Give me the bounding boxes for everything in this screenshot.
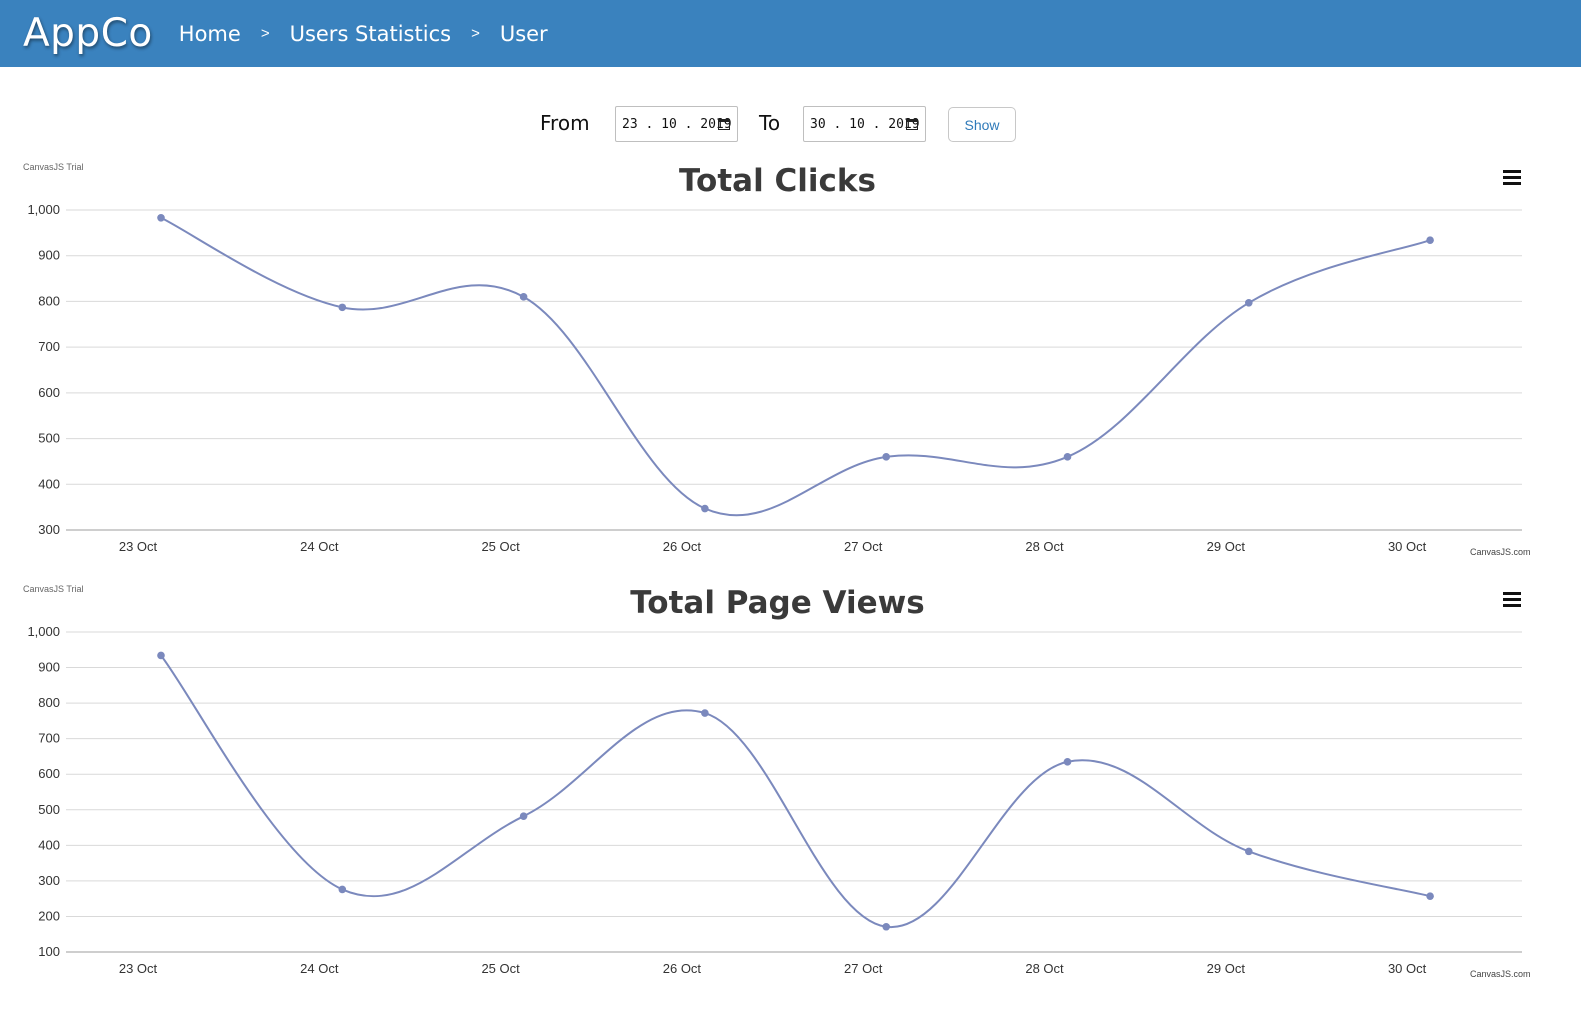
data-point[interactable] — [519, 293, 528, 301]
top-navbar: AppCo Home > Users Statistics > User — [0, 0, 1581, 67]
y-tick-label: 300 — [38, 873, 60, 888]
show-button[interactable]: Show — [948, 107, 1016, 142]
y-tick-label: 200 — [38, 908, 60, 923]
y-tick-label: 900 — [38, 248, 60, 263]
total-page-views-chart: CanvasJS Trial Total Page Views 1,000 900… — [0, 582, 1581, 992]
calendar-icon[interactable] — [718, 118, 730, 130]
data-point[interactable] — [1063, 453, 1072, 461]
data-point[interactable] — [1245, 299, 1253, 307]
x-tick-label: 26 Oct — [663, 539, 702, 554]
breadcrumb-home[interactable]: Home — [179, 22, 241, 46]
data-point[interactable] — [157, 213, 165, 222]
total-page-views-plot: 1,000 900 800 700 600 500 400 300 200 100 23 Oct 24… — [27, 624, 1522, 976]
data-point[interactable] — [882, 922, 890, 931]
from-date-value: 23 . 10 . 2019 — [622, 116, 732, 132]
data-point[interactable] — [519, 812, 528, 820]
brand-logo[interactable]: AppCo — [23, 14, 153, 53]
from-date-input[interactable]: 23 . 10 . 2019 — [615, 106, 738, 142]
data-point[interactable] — [701, 709, 709, 717]
x-tick-label: 28 Oct — [1025, 539, 1064, 554]
y-tick-label: 500 — [38, 431, 60, 446]
data-point[interactable] — [882, 453, 890, 461]
y-tick-label: 600 — [38, 766, 60, 781]
y-tick-label: 800 — [38, 293, 60, 308]
series-line — [160, 654, 1431, 928]
x-tick-label: 30 Oct — [1388, 539, 1427, 554]
y-tick-label: 100 — [38, 944, 60, 959]
chart-credit[interactable]: CanvasJS.com — [1470, 547, 1531, 557]
y-tick-label: 600 — [38, 385, 60, 400]
to-label: To — [759, 111, 781, 135]
x-tick-label: 30 Oct — [1388, 961, 1427, 976]
total-clicks-chart: CanvasJS Trial Total Clicks 1,000 900 800 7… — [0, 160, 1581, 570]
x-tick-label: 26 Oct — [663, 961, 702, 976]
x-tick-label: 28 Oct — [1025, 961, 1064, 976]
y-tick-label: 1,000 — [27, 624, 60, 639]
breadcrumb: Home > Users Statistics > User — [179, 22, 548, 46]
breadcrumb-user[interactable]: User — [500, 22, 548, 46]
to-date-value: 30 . 10 . 2019 — [810, 116, 920, 132]
x-tick-label: 27 Oct — [844, 539, 883, 554]
data-point[interactable] — [1426, 892, 1434, 900]
x-tick-label: 23 Oct — [119, 539, 158, 554]
date-filter: From 23 . 10 . 2019 To 30 . 10 . 2019 Sh… — [0, 106, 1581, 144]
y-tick-label: 500 — [38, 802, 60, 817]
data-point[interactable] — [1245, 847, 1253, 856]
total-clicks-plot: 1,000 900 800 700 600 500 400 300 23 Oct 24 Oct 25… — [27, 202, 1522, 554]
breadcrumb-separator: > — [260, 25, 270, 42]
to-date-input[interactable]: 30 . 10 . 2019 — [803, 106, 926, 142]
x-tick-label: 24 Oct — [300, 961, 339, 976]
x-tick-label: 25 Oct — [481, 961, 520, 976]
breadcrumb-users-statistics[interactable]: Users Statistics — [290, 22, 451, 46]
data-point[interactable] — [338, 303, 347, 312]
data-point[interactable] — [1426, 236, 1434, 244]
y-tick-label: 400 — [38, 476, 60, 491]
x-tick-label: 25 Oct — [481, 539, 520, 554]
data-point[interactable] — [1063, 757, 1072, 766]
x-tick-label: 27 Oct — [844, 961, 883, 976]
data-point[interactable] — [157, 651, 165, 660]
y-tick-label: 400 — [38, 837, 60, 852]
x-tick-label: 23 Oct — [119, 961, 158, 976]
y-tick-label: 900 — [38, 660, 60, 675]
y-tick-label: 300 — [38, 522, 60, 537]
series-line — [160, 216, 1431, 517]
from-label: From — [540, 111, 590, 135]
y-tick-label: 700 — [38, 731, 60, 746]
x-tick-label: 24 Oct — [300, 539, 339, 554]
x-tick-label: 29 Oct — [1207, 539, 1246, 554]
y-tick-label: 800 — [38, 695, 60, 710]
x-tick-label: 29 Oct — [1207, 961, 1246, 976]
chart-credit[interactable]: CanvasJS.com — [1470, 969, 1531, 979]
data-point[interactable] — [338, 885, 347, 894]
y-tick-label: 700 — [38, 339, 60, 354]
data-point[interactable] — [701, 504, 709, 513]
breadcrumb-separator: > — [471, 25, 480, 42]
calendar-icon[interactable] — [906, 118, 918, 130]
y-tick-label: 1,000 — [27, 202, 60, 217]
